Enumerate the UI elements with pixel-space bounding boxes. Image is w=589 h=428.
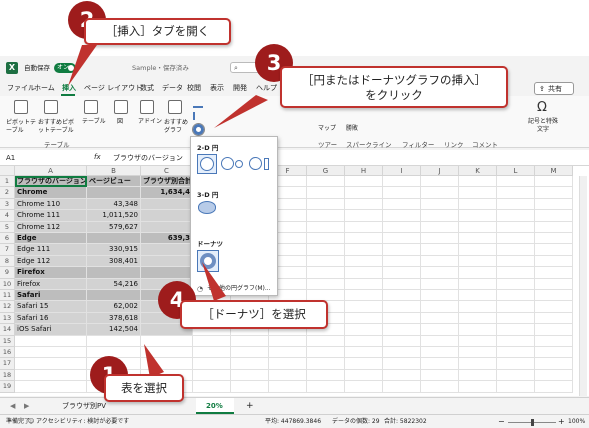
callout-pointers — [68, 45, 268, 378]
pointer-4 — [202, 262, 226, 301]
callout-select-doughnut: ［ドーナツ］を選択 — [180, 300, 328, 329]
callout-3-line1: ［円またはドーナツグラフの挿入］ — [302, 73, 486, 87]
callout-click-pie-button: ［円またはドーナツグラフの挿入］ をクリック — [280, 66, 508, 108]
callout-select-table: 表を選択 — [104, 374, 184, 402]
pointer-3 — [214, 95, 268, 128]
callout-3-line2: をクリック — [365, 88, 423, 102]
pointer-2 — [68, 45, 97, 86]
pointer-1 — [144, 344, 164, 378]
